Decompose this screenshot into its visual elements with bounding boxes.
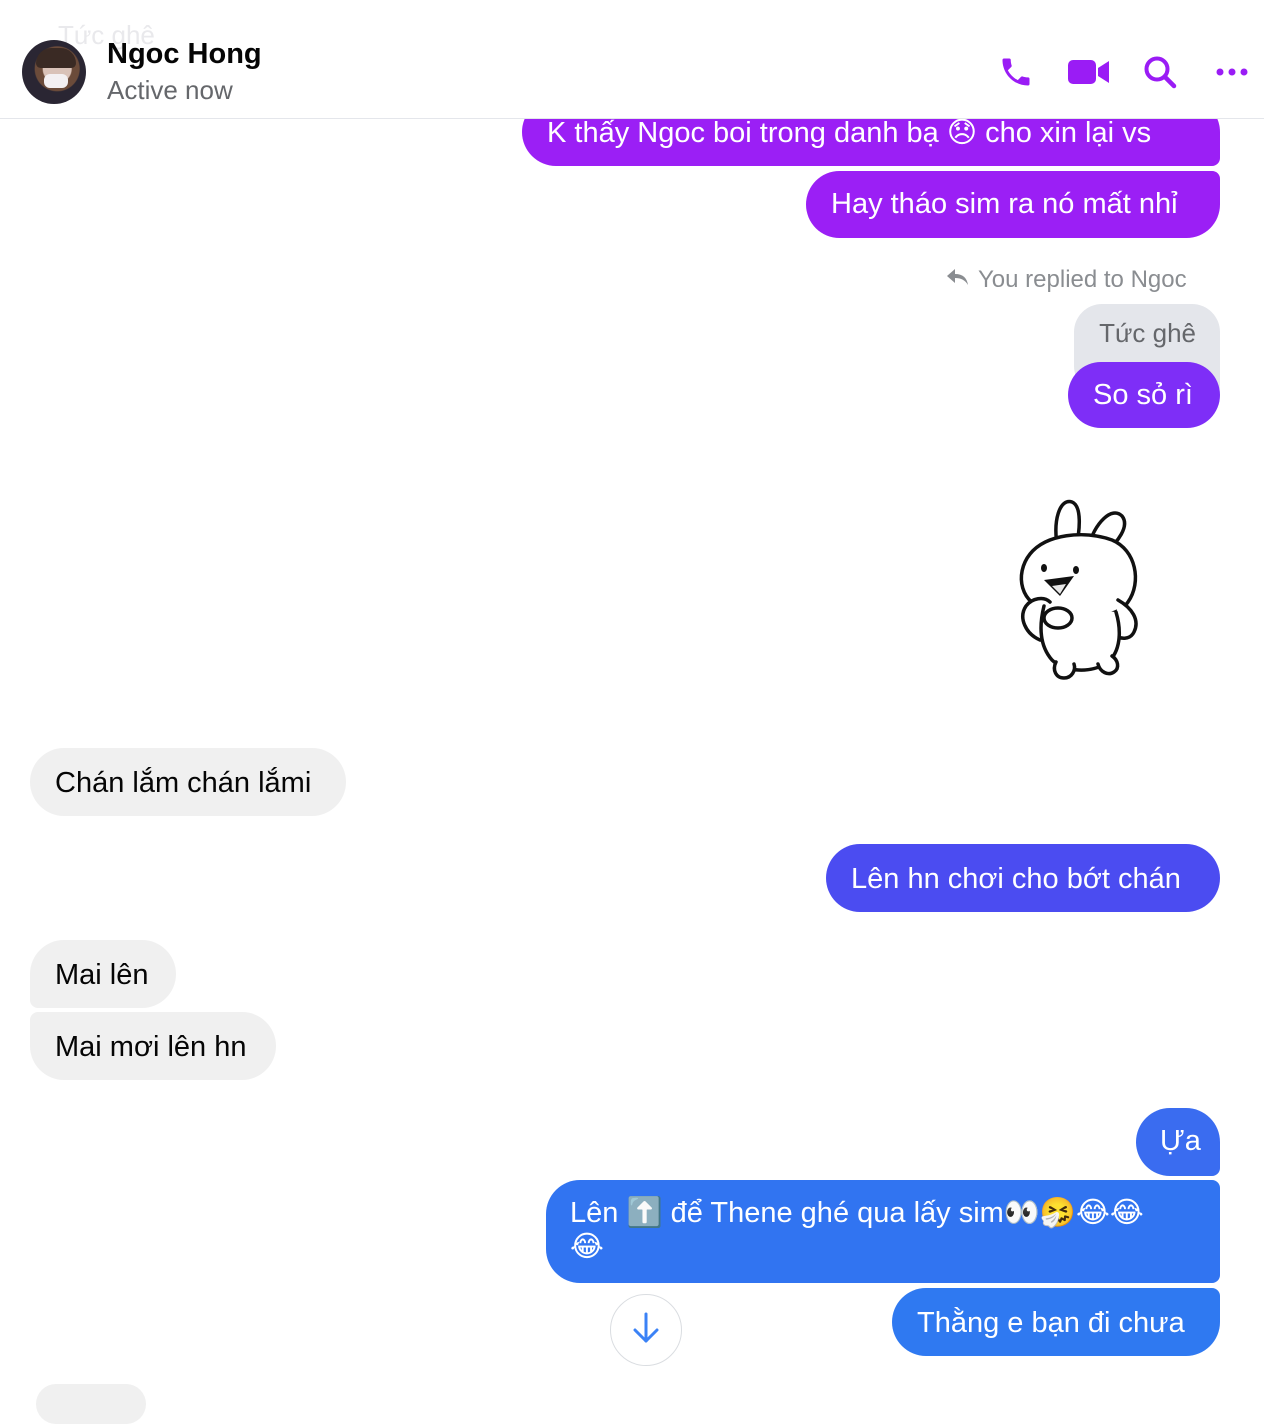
scroll-to-bottom-button[interactable] xyxy=(610,1294,682,1366)
message-bubble-outgoing[interactable]: Hay tháo sim ra nó mất nhỉ xyxy=(806,171,1220,238)
reply-indicator: You replied to Ngoc xyxy=(946,266,1187,294)
message-bubble-incoming[interactable]: Mai lên xyxy=(30,940,176,1008)
more-icon[interactable] xyxy=(1212,52,1252,92)
reply-label-text: You replied to Ngoc xyxy=(978,266,1187,293)
chat-thread: You replied to Ngoc Tức ghê K thấy Ngoc … xyxy=(0,0,1264,1424)
arrow-down-icon xyxy=(630,1310,662,1351)
bunny-sticker[interactable] xyxy=(1000,490,1150,690)
message-bubble-incoming[interactable]: Mai mơi lên hn xyxy=(30,1012,276,1080)
message-line: Lên ⬆️ để Thene ghé qua lấy sim👀🤧😂😂 xyxy=(570,1197,1144,1229)
message-bubble-outgoing[interactable]: Lên hn chơi cho bớt chán xyxy=(826,844,1220,912)
avatar[interactable] xyxy=(22,40,86,104)
contact-name[interactable]: Ngoc Hong xyxy=(107,38,262,71)
search-icon[interactable] xyxy=(1140,52,1180,92)
message-bubble-incoming-partial xyxy=(36,1384,146,1424)
message-bubble-outgoing[interactable]: Lên ⬆️ để Thene ghé qua lấy sim👀🤧😂😂 😂 xyxy=(546,1180,1220,1283)
message-bubble-outgoing[interactable]: Thằng e bạn đi chưa xyxy=(892,1288,1220,1356)
reply-arrow-icon xyxy=(946,266,970,294)
phone-icon[interactable] xyxy=(996,52,1036,92)
message-bubble-outgoing[interactable]: So sỏ rì xyxy=(1068,362,1220,428)
message-bubble-outgoing[interactable]: Ựa xyxy=(1136,1108,1220,1176)
active-status: Active now xyxy=(107,75,233,105)
conversation-header: Tức ghê Ngoc Hong Active now xyxy=(0,0,1264,119)
video-camera-icon[interactable] xyxy=(1066,52,1112,92)
message-bubble-incoming[interactable]: Chán lắm chán lắmi xyxy=(30,748,346,816)
message-line: 😂 xyxy=(570,1231,604,1263)
